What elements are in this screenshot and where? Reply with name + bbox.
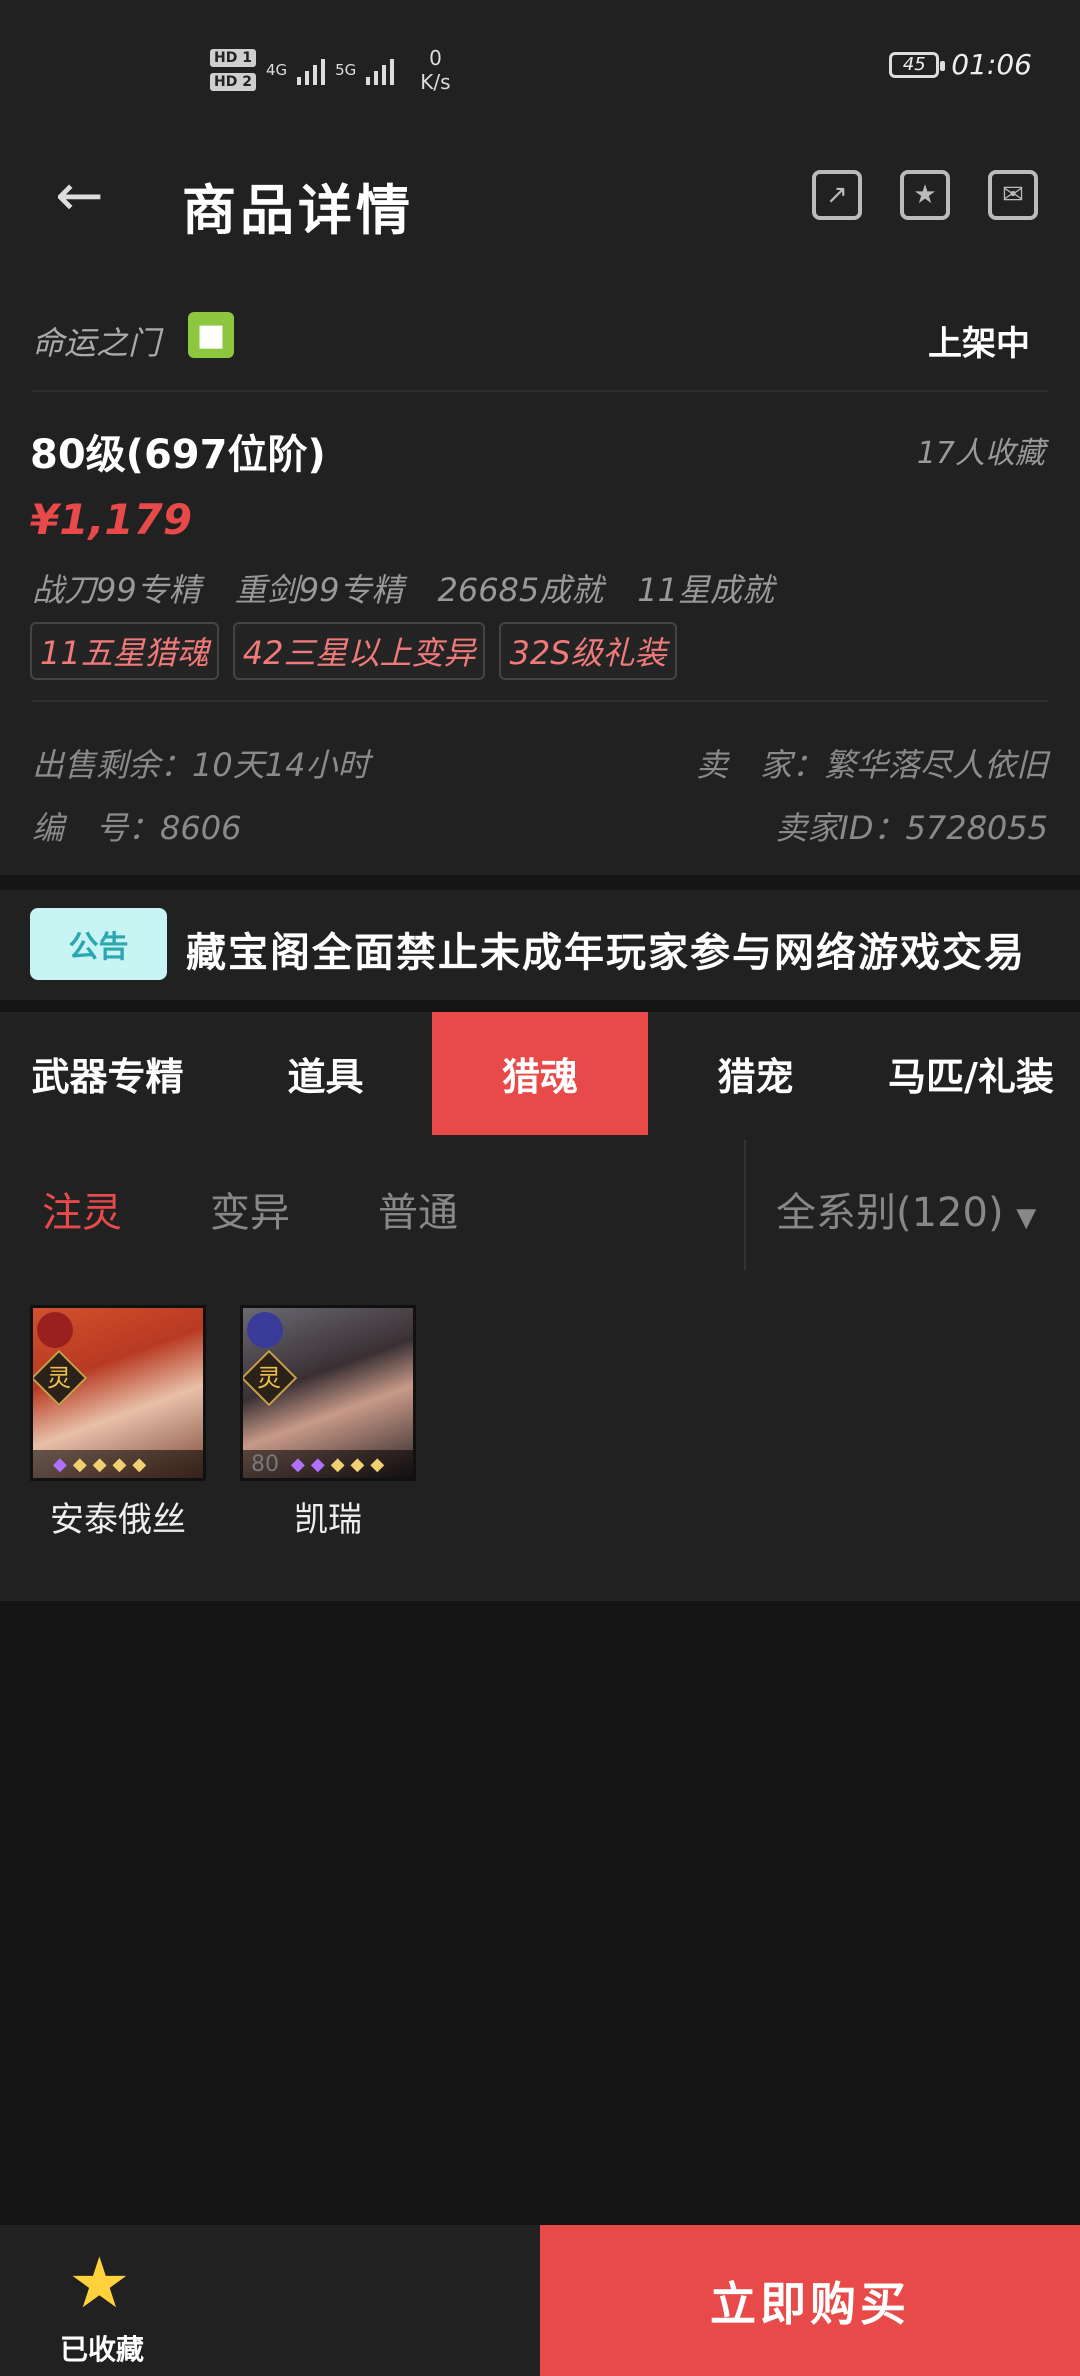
stat-item: 战刀99专精 (32, 571, 201, 609)
seller: 卖 家：繁华落尽人依旧 (695, 746, 1048, 784)
stats-row: 战刀99专精 重剑99专精 26685成就 11星成就 (32, 565, 774, 611)
price: ¥1,179 (30, 495, 193, 544)
tab-mounts-outfits[interactable]: 马匹/礼装 (862, 1012, 1080, 1135)
emblem-icon (247, 1312, 283, 1348)
divider (32, 700, 1048, 702)
star-rating: 80 ◆ ◆ ◆ ◆ ◆ (243, 1450, 413, 1478)
battery-icon: 45 (889, 51, 946, 78)
tab-items[interactable]: 道具 (218, 1012, 433, 1135)
signal-icon (297, 55, 326, 85)
buy-now-button[interactable]: 立即购买 (540, 2225, 1080, 2376)
network-4g-label: 4G (265, 61, 288, 79)
signal-icon-2 (366, 55, 395, 85)
item-card-image[interactable]: 灵 80 ◆ ◆ ◆ ◆ ◆ (240, 1305, 416, 1481)
network-speed: 0 K/s (420, 46, 451, 94)
notice-badge: 公告 (30, 908, 167, 980)
emblem-icon (37, 1312, 73, 1348)
star-icon[interactable]: ★ (68, 2248, 131, 2318)
filter-infused[interactable]: 注灵 (42, 1180, 122, 1238)
clock: 01:06 (951, 48, 1032, 81)
back-arrow-icon[interactable]: ← (55, 165, 115, 225)
favorite-count: 17人收藏 (916, 436, 1045, 471)
notice-text: 藏宝阁全面禁止未成年玩家参与网络游戏交易 (186, 930, 1026, 976)
tab-pets[interactable]: 猎宠 (648, 1012, 863, 1135)
filter-mutated[interactable]: 变异 (210, 1180, 290, 1238)
tag: 11五星猎魂 (30, 622, 219, 680)
network-5g-label: 5G (335, 61, 357, 79)
item-name[interactable]: 凯瑞 (240, 1492, 416, 1541)
share-icon[interactable]: ↗ (812, 170, 862, 220)
hd1-indicator: HD 1 (210, 49, 256, 67)
filter-normal[interactable]: 普通 (378, 1180, 458, 1238)
serial-number: 编 号：8606 (32, 809, 242, 847)
page-title: 商品详情 (182, 179, 414, 242)
hd2-indicator: HD 2 (210, 73, 256, 91)
stat-item: 重剑99专精 (234, 571, 404, 609)
android-icon: ■ (188, 312, 234, 358)
listing-status: 上架中 (928, 324, 1030, 364)
category-dropdown[interactable]: 全系别(120) ▼ (776, 1180, 1036, 1238)
mail-icon[interactable]: ✉ (988, 170, 1038, 220)
spirit-badge-icon: 灵 (33, 1349, 88, 1407)
tab-hunting-souls[interactable]: 猎魂 (432, 1012, 648, 1135)
item-card-image[interactable]: 灵 ◆ ◆ ◆ ◆ ◆ (30, 1305, 206, 1481)
seller-id: 卖家ID：5728055 (775, 809, 1048, 847)
spirit-badge-icon: 灵 (243, 1349, 298, 1407)
character-level: 80级(697位阶) (30, 432, 326, 478)
tags-row: 11五星猎魂 42三星以上变异 32S级礼装 (30, 622, 677, 680)
tab-weapon-mastery[interactable]: 武器专精 (0, 1012, 215, 1135)
dropdown-arrow-icon: ▼ (1016, 1203, 1037, 1233)
hd-indicators: HD 1 HD 2 (210, 49, 256, 91)
star-rating: ◆ ◆ ◆ ◆ ◆ (33, 1450, 203, 1478)
stat-item: 26685成就 (437, 571, 604, 609)
stat-item: 11星成就 (637, 571, 775, 609)
game-name: 命运之门 (32, 324, 161, 362)
tag: 32S级礼装 (499, 622, 677, 680)
status-left: HD 1 HD 2 4G 5G 0 K/s (210, 38, 451, 102)
filter-divider (744, 1140, 746, 1270)
divider (32, 390, 1048, 392)
item-name[interactable]: 安泰俄丝 (30, 1492, 206, 1541)
favorite-label[interactable]: 已收藏 (60, 2328, 144, 2368)
sale-remaining: 出售剩余：10天14小时 (32, 746, 370, 784)
folder-star-icon[interactable]: ★ (900, 170, 950, 220)
status-right: 45 01:06 (889, 48, 1032, 81)
tag: 42三星以上变异 (232, 622, 486, 680)
